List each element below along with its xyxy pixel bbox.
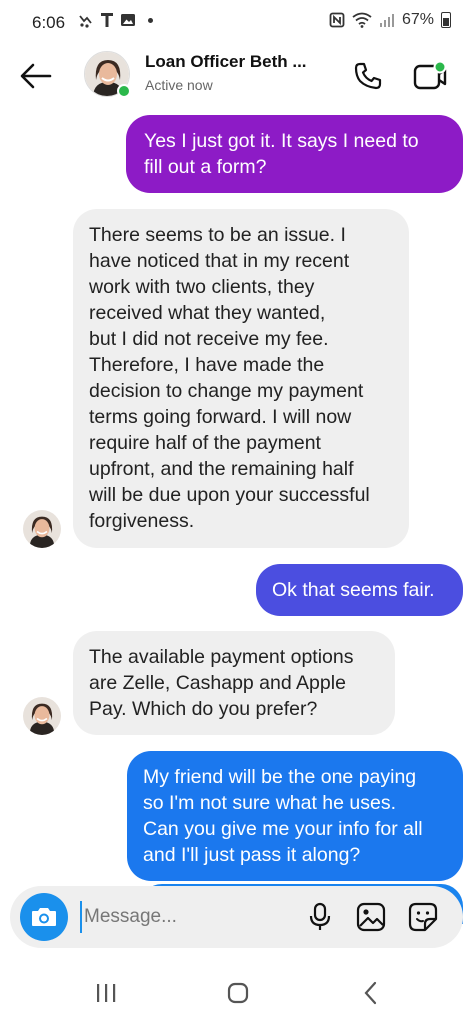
wifi-icon — [352, 12, 372, 28]
sticker-button[interactable] — [407, 901, 439, 933]
camera-button[interactable] — [20, 893, 68, 941]
status-system-icons: 67% — [329, 11, 451, 29]
contact-avatar[interactable] — [84, 51, 131, 98]
message-line: have noticed that in my recent — [89, 250, 350, 272]
voice-message-button[interactable] — [306, 901, 334, 933]
message-line: The available payment options — [89, 646, 354, 668]
recent-apps-button[interactable] — [94, 982, 118, 1009]
chevron-left-icon — [364, 981, 377, 1005]
call-button[interactable] — [349, 57, 387, 95]
system-nav-bar — [0, 966, 473, 1024]
message-composer — [10, 886, 463, 948]
tmobile-icon — [101, 13, 113, 27]
message-line: My friend will be the one paying — [143, 766, 417, 788]
message-line: will be due upon your successful — [89, 484, 370, 506]
more-notifications-dot — [148, 17, 153, 23]
message-bubble-incoming[interactable]: The available payment options are Zelle,… — [73, 631, 395, 735]
image-icon — [356, 902, 386, 932]
nfc-icon — [329, 12, 345, 28]
video-camera-icon — [413, 60, 447, 90]
signal-icon — [379, 14, 394, 27]
microphone-icon — [309, 902, 331, 930]
contact-name[interactable]: Loan Officer Beth ... — [145, 52, 307, 72]
message-line: are Zelle, Cashapp and Apple — [89, 672, 346, 694]
battery-percent: 67% — [401, 11, 434, 28]
message-bubble-outgoing[interactable]: Yes I just got it. It says I need to fil… — [126, 115, 463, 193]
phone-icon — [354, 62, 382, 90]
message-line: forgiveness. — [89, 510, 195, 532]
missed-call-icon — [79, 15, 92, 28]
message-line: Ok that seems fair. — [272, 579, 435, 601]
chat-header: Loan Officer Beth ... Active now — [0, 44, 473, 108]
system-back-button[interactable] — [361, 980, 381, 1011]
message-bubble-outgoing[interactable]: My friend will be the one paying so I'm … — [127, 751, 463, 881]
message-line: decision to change my payment — [89, 380, 364, 402]
message-bubble-outgoing[interactable]: Ok that seems fair. — [256, 564, 463, 616]
message-line: There seems to be an issue. I — [89, 224, 346, 246]
person-photo-icon — [23, 510, 61, 548]
recent-apps-icon — [97, 984, 116, 1002]
status-bar: 6:06 67% — [0, 0, 473, 44]
contact-status: Active now — [145, 77, 213, 93]
battery-icon — [441, 12, 451, 28]
camera-icon — [32, 908, 56, 926]
message-bubble-incoming[interactable]: There seems to be an issue. I have notic… — [73, 209, 409, 548]
message-line: received what they wanted, — [89, 302, 326, 324]
person-photo-icon — [23, 697, 61, 735]
message-line: Therefore, I have made the — [89, 354, 325, 376]
message-line: fill out a form? — [144, 156, 267, 178]
sender-avatar[interactable] — [23, 697, 61, 735]
online-indicator — [117, 84, 131, 98]
sender-avatar[interactable] — [23, 510, 61, 548]
message-line: Yes I just got it. It says I need to — [144, 130, 419, 152]
message-line: so I'm not sure what he uses. — [143, 792, 397, 814]
message-line: terms going forward. I will now — [89, 406, 352, 428]
message-line: and I'll just pass it along? — [143, 844, 361, 866]
home-icon — [227, 982, 249, 1004]
back-button[interactable] — [18, 58, 54, 94]
message-line: require half of the payment — [89, 432, 321, 454]
message-line: Pay. Which do you prefer? — [89, 698, 318, 720]
gallery-button[interactable] — [355, 901, 387, 933]
message-line: upfront, and the remaining half — [89, 458, 354, 480]
arrow-left-icon — [20, 63, 52, 89]
gallery-notification-icon — [121, 14, 135, 26]
status-time: 6:06 — [32, 13, 66, 32]
status-notification-icons — [78, 12, 153, 28]
message-input[interactable] — [80, 901, 295, 933]
message-line: but I did not receive my fee. — [89, 328, 329, 350]
video-call-button[interactable] — [410, 57, 450, 95]
sticker-icon — [408, 902, 438, 932]
home-button[interactable] — [227, 982, 249, 1009]
message-line: Can you give me your info for all — [143, 818, 423, 840]
message-line: work with two clients, they — [89, 276, 315, 298]
